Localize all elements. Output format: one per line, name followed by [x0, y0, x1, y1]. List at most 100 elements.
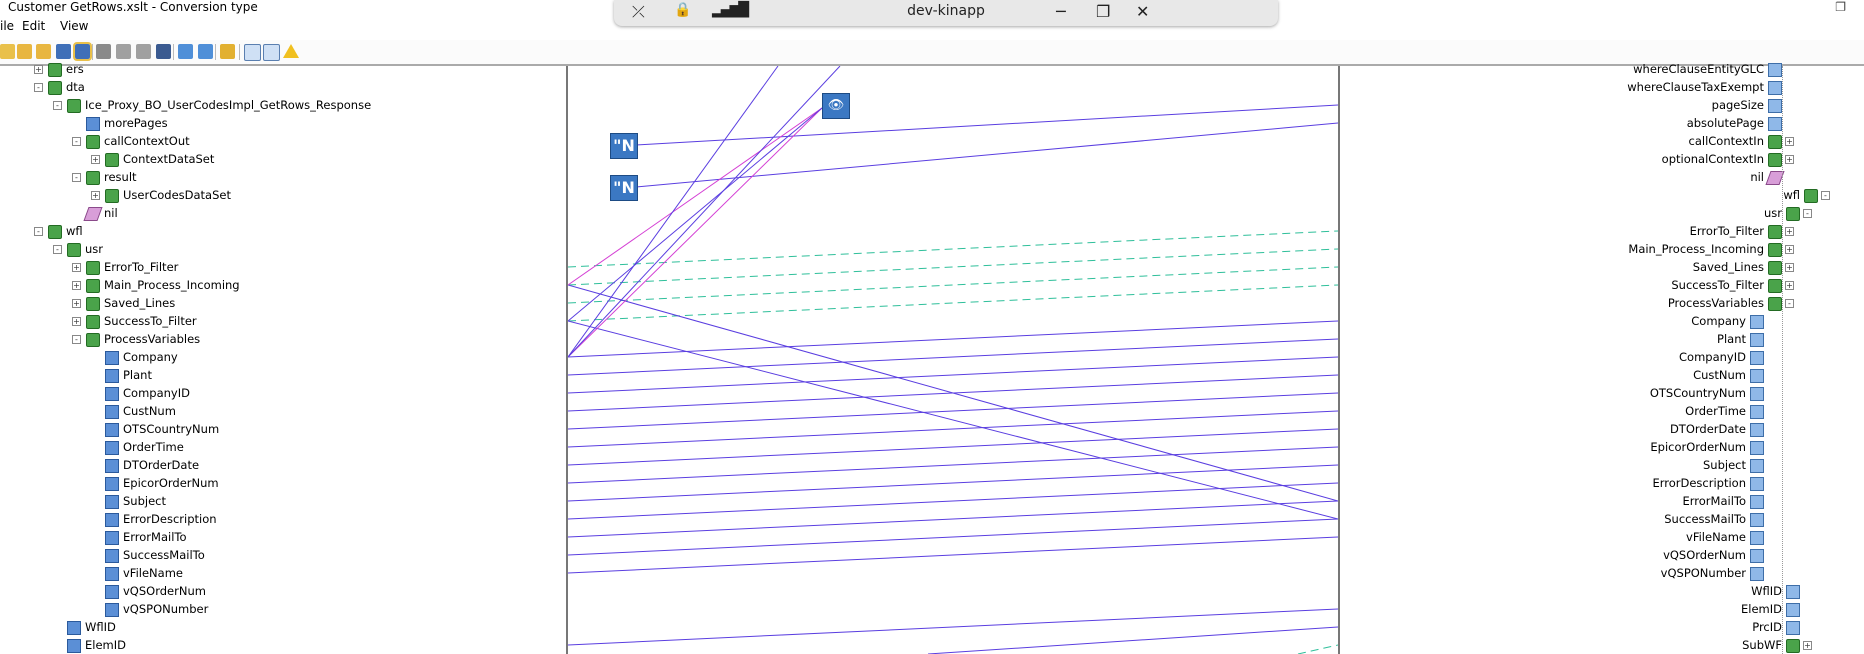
mapping-link[interactable] [568, 320, 1338, 358]
cut-icon[interactable] [96, 44, 111, 59]
record-mapping-link[interactable] [568, 248, 1338, 286]
expand-icon[interactable]: + [1785, 227, 1794, 236]
menu-view[interactable]: View [60, 19, 88, 33]
mapping-link[interactable] [568, 410, 1338, 448]
close-icon[interactable]: ✕ [1136, 2, 1149, 21]
mapping-link[interactable] [568, 464, 1338, 502]
open-icon[interactable] [17, 44, 32, 59]
mapping-link[interactable] [568, 338, 1338, 376]
collapse-icon[interactable]: - [72, 335, 81, 344]
save-icon[interactable] [56, 44, 71, 59]
expand-icon[interactable]: + [1785, 281, 1794, 290]
expand-icon[interactable]: + [91, 155, 100, 164]
collapse-icon[interactable]: - [1803, 209, 1812, 218]
restore-window-icon[interactable]: ❐ [1096, 2, 1110, 21]
mapping-link[interactable] [568, 392, 1338, 430]
source-node-processvariables[interactable]: - ProcessVariables [0, 331, 565, 347]
source-node-otscountrynum[interactable]: OTSCountryNum [0, 421, 565, 437]
expand-icon[interactable]: + [1785, 155, 1794, 164]
mapping-link[interactable] [635, 104, 1338, 146]
destination-node-usr[interactable]: usr - [1338, 205, 1864, 221]
source-node-saved-lines[interactable]: + Saved_Lines [0, 295, 565, 311]
mapping-link[interactable] [635, 122, 1338, 188]
expand-icon[interactable]: + [72, 263, 81, 272]
mapping-link[interactable] [568, 107, 823, 322]
destination-node-callcontextin[interactable]: callContextIn + [1338, 133, 1864, 149]
destination-node-saved-lines[interactable]: Saved_Lines + [1338, 259, 1864, 275]
record-mapping-link[interactable] [568, 266, 1338, 304]
copy-icon[interactable] [116, 44, 131, 59]
mapping-link[interactable] [568, 482, 1338, 520]
source-node-custnum[interactable]: CustNum [0, 403, 565, 419]
mapping-link[interactable] [568, 500, 1338, 538]
record-mapping-link[interactable] [568, 230, 1338, 268]
destination-node-successto-filter[interactable]: SuccessTo_Filter + [1338, 277, 1864, 293]
destination-node-ordertime[interactable]: OrderTime [1338, 403, 1864, 419]
mapping-link[interactable] [568, 107, 823, 286]
source-node-result[interactable]: - result [0, 169, 565, 185]
expand-icon[interactable]: + [34, 65, 43, 74]
source-node-companyid[interactable]: CompanyID [0, 385, 565, 401]
source-node-callcontextout[interactable]: - callContextOut [0, 133, 565, 149]
destination-node-errordescription[interactable]: ErrorDescription [1338, 475, 1864, 491]
source-node-epicorordernum[interactable]: EpicorOrderNum [0, 475, 565, 491]
collapse-icon[interactable]: - [53, 101, 62, 110]
mapping-link[interactable] [568, 608, 1338, 646]
palette-icon[interactable] [220, 44, 235, 59]
destination-node-main-process-incoming[interactable]: Main_Process_Incoming + [1338, 241, 1864, 257]
expand-icon[interactable]: + [1785, 137, 1794, 146]
collapse-icon[interactable]: - [72, 173, 81, 182]
destination-node-wflid[interactable]: WflID [1338, 583, 1864, 599]
mapping-link[interactable] [568, 428, 1338, 466]
expand-icon[interactable]: + [72, 281, 81, 290]
collapse-icon[interactable]: - [1821, 191, 1830, 200]
expand-icon[interactable]: + [72, 317, 81, 326]
mapping-link[interactable] [568, 536, 1338, 574]
collapse-icon[interactable]: - [34, 83, 43, 92]
source-node-vfilename[interactable]: vFileName [0, 565, 565, 581]
destination-node-nil[interactable]: nil [1338, 169, 1864, 185]
source-node-dtorderdate[interactable]: DTOrderDate [0, 457, 565, 473]
mapping-link[interactable] [568, 320, 1338, 520]
destination-node-errormailto[interactable]: ErrorMailTo [1338, 493, 1864, 509]
source-node-main-process-incoming[interactable]: + Main_Process_Incoming [0, 277, 565, 293]
source-node-usr[interactable]: - usr [0, 241, 565, 257]
source-node-vqsordernum[interactable]: vQSOrderNum [0, 583, 565, 599]
destination-node-epicorordernum[interactable]: EpicorOrderNum [1338, 439, 1864, 455]
source-node-ordertime[interactable]: OrderTime [0, 439, 565, 455]
destination-node-vqsordernum[interactable]: vQSOrderNum [1338, 547, 1864, 563]
source-node-successmailto[interactable]: SuccessMailTo [0, 547, 565, 563]
destination-node-whereclausetaxexempt[interactable]: whereClauseTaxExempt [1338, 79, 1864, 95]
mapping-link[interactable] [568, 284, 1338, 502]
string-constant-functoid[interactable]: "N [610, 175, 638, 201]
minimize-icon[interactable]: ─ [1056, 2, 1066, 21]
destination-node-absolutepage[interactable]: absolutePage [1338, 115, 1864, 131]
destination-node-optionalcontextin[interactable]: optionalContextIn + [1338, 151, 1864, 167]
source-node-morepages[interactable]: morePages [0, 115, 565, 131]
source-node-vqsponumber[interactable]: vQSPONumber [0, 601, 565, 617]
destination-node-subject[interactable]: Subject [1338, 457, 1864, 473]
expand-icon[interactable]: + [72, 299, 81, 308]
find-icon[interactable] [156, 44, 171, 59]
expand-icon[interactable]: + [91, 191, 100, 200]
destination-node-whereclauseentityglc[interactable]: whereClauseEntityGLC [1338, 61, 1864, 77]
collapse-icon[interactable]: - [1785, 299, 1794, 308]
source-node-company[interactable]: Company [0, 349, 565, 365]
mapping-link[interactable] [568, 446, 1338, 484]
destination-node-company[interactable]: Company [1338, 313, 1864, 329]
destination-node-otscountrynum[interactable]: OTSCountryNum [1338, 385, 1864, 401]
source-node-nil[interactable]: nil [0, 205, 565, 221]
destination-node-prcid[interactable]: PrcID [1338, 619, 1864, 635]
source-node-ers[interactable]: + ers [0, 61, 565, 77]
menu-file[interactable]: ile [0, 19, 14, 33]
collapse-icon[interactable]: - [72, 137, 81, 146]
redo-icon[interactable] [198, 44, 213, 59]
destination-node-elemid[interactable]: ElemID [1338, 601, 1864, 617]
destination-node-companyid[interactable]: CompanyID [1338, 349, 1864, 365]
undo-icon[interactable] [178, 44, 193, 59]
destination-node-processvariables[interactable]: ProcessVariables - [1338, 295, 1864, 311]
source-node-wflid[interactable]: WflID [0, 619, 565, 635]
new-icon[interactable] [0, 44, 15, 59]
destination-node-wfl[interactable]: wfl - [1338, 187, 1864, 203]
string-constant-functoid[interactable]: "N [610, 133, 638, 159]
